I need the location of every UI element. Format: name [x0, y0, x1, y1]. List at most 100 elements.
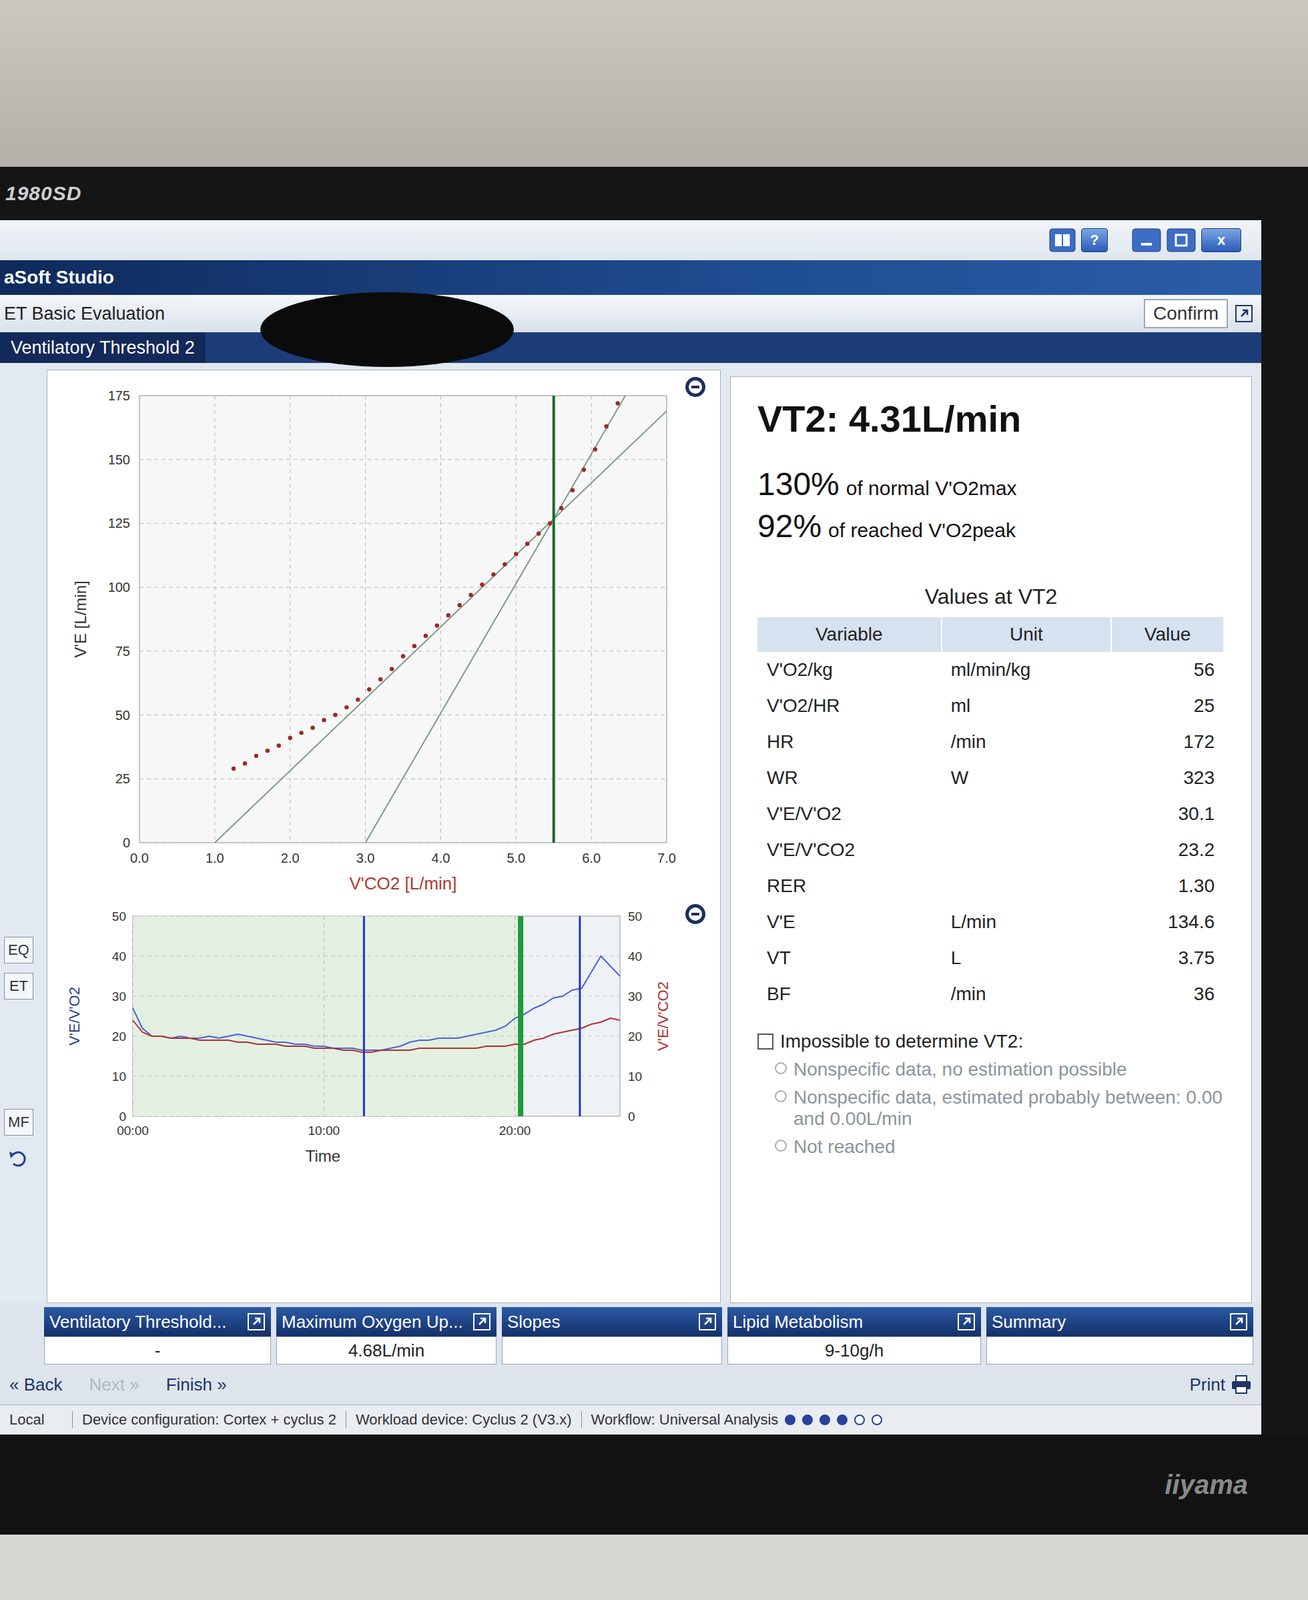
book-icon[interactable]: [1049, 228, 1076, 253]
marker: [520, 916, 522, 1117]
column-header: Variable: [757, 617, 942, 652]
window-controls: ?x: [0, 220, 1262, 261]
side-button[interactable]: ET: [4, 972, 34, 1000]
expand-icon[interactable]: [472, 1312, 492, 1332]
card-title-bar[interactable]: Maximum Oxygen Up...: [276, 1307, 497, 1337]
x-tick: 7.0: [657, 850, 677, 866]
data-point: [615, 401, 620, 406]
main-body: EQETMF0.01.02.03.04.05.06.07.00255075100…: [0, 363, 1262, 1304]
table-cell: 30.1: [1111, 796, 1224, 833]
radio-label: Nonspecific data, estimated probably bet…: [793, 1087, 1225, 1130]
card-title-bar[interactable]: Summary: [986, 1307, 1254, 1337]
result-text: of normal V'O2max: [846, 477, 1018, 500]
undo-icon[interactable]: [5, 1145, 33, 1172]
back-button[interactable]: « Back: [9, 1374, 63, 1396]
help-button[interactable]: ?: [1081, 228, 1108, 253]
print-button[interactable]: Print: [1189, 1374, 1252, 1396]
data-point: [355, 697, 360, 702]
card-title[interactable]: Maximum Oxygen Up...: [281, 1312, 464, 1333]
finish-button[interactable]: Finish »: [166, 1374, 227, 1396]
expand-icon[interactable]: [246, 1312, 266, 1332]
expand-icon[interactable]: [1229, 1312, 1248, 1332]
grid-line: [139, 650, 667, 652]
marker-line[interactable]: [517, 916, 524, 1117]
summary-card[interactable]: Slopes: [501, 1307, 723, 1365]
x-tick: 10:00: [308, 1123, 341, 1138]
y-right-tick: 30: [627, 989, 642, 1004]
panel-header-band: Ventilatory Threshold 2: [0, 332, 1262, 364]
impossible-checkbox[interactable]: [757, 1033, 774, 1050]
side-button[interactable]: MF: [4, 1109, 34, 1136]
marker: [579, 916, 580, 1117]
close-label[interactable]: x: [1217, 231, 1226, 249]
summary-card[interactable]: Summary: [986, 1307, 1254, 1365]
radio-label: Nonspecific data, no estimation possible: [793, 1059, 1128, 1081]
x-tick: 20:00: [499, 1123, 532, 1138]
fit-lines: [214, 395, 667, 843]
x-tick: 5.0: [506, 850, 526, 866]
card-title-bar[interactable]: Slopes: [501, 1307, 723, 1337]
expand-icon[interactable]: [956, 1312, 976, 1332]
data-point: [423, 633, 428, 638]
status-text: Workload device: Cyclus 2 (V3.x): [355, 1411, 572, 1429]
card-title[interactable]: Slopes: [507, 1312, 561, 1333]
grid-line: [323, 916, 325, 1117]
table-row: BF/min36: [757, 976, 1224, 1013]
x-tick: 00:00: [116, 1123, 149, 1138]
y-right-tick: 20: [627, 1029, 642, 1044]
workflow-step: [784, 1414, 796, 1426]
threshold-line[interactable]: [552, 395, 556, 843]
table-cell: 36: [1111, 976, 1224, 1013]
y-left-tick: 0: [118, 1109, 127, 1124]
card-title[interactable]: Lipid Metabolism: [732, 1312, 863, 1333]
data-point: [446, 613, 451, 618]
summary-card[interactable]: Lipid Metabolism9-10g/h: [727, 1307, 981, 1365]
card-title[interactable]: Summary: [991, 1312, 1066, 1333]
fit-line: [214, 411, 667, 843]
close-button[interactable]: x: [1201, 228, 1242, 253]
data-point: [502, 561, 507, 566]
marker-line[interactable]: [578, 916, 581, 1117]
minimize-icon[interactable]: [1131, 228, 1162, 253]
expand-icon[interactable]: [698, 1312, 717, 1332]
confirm-button[interactable]: Confirm: [1143, 298, 1228, 329]
impossible-label[interactable]: Impossible to determine VT2:: [780, 1031, 1024, 1053]
y-tick: 25: [115, 771, 131, 787]
table-cell: L/min: [941, 904, 1112, 941]
table-cell: [941, 868, 1112, 905]
card-title-bar[interactable]: Lipid Metabolism: [727, 1307, 981, 1337]
table-cell: 1.30: [1111, 868, 1224, 905]
print-label[interactable]: Print: [1189, 1374, 1226, 1396]
card-title[interactable]: Ventilatory Threshold...: [49, 1312, 227, 1333]
card-title-bar[interactable]: Ventilatory Threshold...: [44, 1307, 271, 1337]
collapse-icon[interactable]: [684, 902, 707, 926]
collapse-icon[interactable]: [684, 375, 707, 399]
table-row: WRW323: [757, 760, 1224, 797]
table-cell: 172: [1111, 724, 1224, 761]
data-point: [570, 487, 575, 492]
confirm-group: Confirm: [1143, 298, 1254, 329]
screen: ?xaSoft StudioET Basic EvaluationConfirm…: [0, 220, 1262, 1435]
next-button: Next »: [89, 1374, 140, 1396]
table-row: HR/min172: [757, 724, 1224, 761]
data-point: [513, 551, 518, 556]
grid-line: [139, 395, 141, 843]
panel-title[interactable]: Ventilatory Threshold 2: [0, 332, 206, 364]
help-label[interactable]: ?: [1089, 231, 1099, 249]
marker-line[interactable]: [363, 916, 366, 1117]
result-text: of reached V'O2peak: [828, 519, 1016, 542]
x-tick: 6.0: [581, 850, 601, 866]
grid-line: [132, 1116, 620, 1118]
monitor-brand: iiyama: [1164, 1470, 1248, 1501]
summary-card[interactable]: Maximum Oxygen Up... 4.68L/min: [276, 1307, 497, 1365]
summary-card[interactable]: Ventilatory Threshold...-: [44, 1307, 271, 1365]
data-point: [435, 623, 440, 628]
table-cell: 25: [1111, 688, 1224, 725]
maximize-icon[interactable]: [1166, 228, 1196, 253]
result-panel: VT2: 4.31L/min130%of normal V'O2max92%of…: [730, 376, 1252, 1304]
expand-icon[interactable]: [1234, 304, 1254, 323]
card-value: 4.68L/min: [348, 1340, 425, 1362]
y-left-tick: 30: [112, 989, 127, 1004]
desk: [0, 1534, 1308, 1600]
side-button[interactable]: EQ: [4, 936, 34, 964]
